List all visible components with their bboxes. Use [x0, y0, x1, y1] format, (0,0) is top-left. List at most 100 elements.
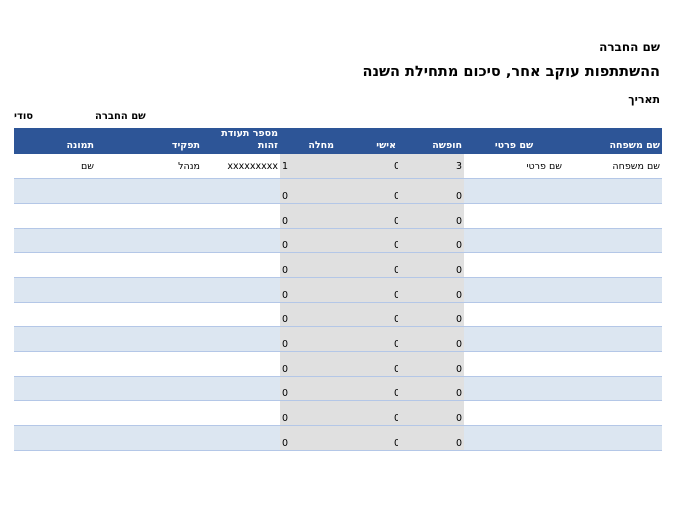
- cell-id-number[interactable]: [202, 178, 280, 204]
- cell-first-name[interactable]: [464, 203, 564, 229]
- cell-role[interactable]: [96, 302, 202, 328]
- cell-role[interactable]: [96, 203, 202, 229]
- cell-illness[interactable]: 0: [280, 203, 336, 229]
- cell-vacation[interactable]: 3: [398, 154, 464, 180]
- cell-personal[interactable]: 0: [336, 154, 398, 180]
- cell-last-name[interactable]: [564, 351, 662, 377]
- cell-illness[interactable]: 0: [280, 400, 336, 427]
- cell-id-number[interactable]: [202, 425, 280, 451]
- cell-first-name[interactable]: שם פרטי: [464, 154, 564, 180]
- cell-first-name[interactable]: [464, 302, 564, 328]
- column-header-vacation[interactable]: חופשה: [398, 128, 464, 154]
- cell-vacation[interactable]: 0: [398, 252, 464, 278]
- cell-illness[interactable]: 0: [280, 302, 336, 328]
- cell-illness[interactable]: 0: [280, 277, 336, 303]
- cell-vacation[interactable]: 0: [398, 178, 464, 204]
- cell-first-name[interactable]: [464, 178, 564, 204]
- cell-personal[interactable]: 0: [336, 425, 398, 451]
- cell-role[interactable]: [96, 400, 202, 427]
- cell-illness[interactable]: 0: [280, 252, 336, 278]
- cell-first-name[interactable]: [464, 351, 564, 377]
- cell-role[interactable]: מנהל: [96, 154, 202, 180]
- cell-last-name[interactable]: [564, 277, 662, 303]
- cell-photo[interactable]: [14, 228, 96, 254]
- cell-id-number[interactable]: xxxxxxxxx: [202, 154, 280, 180]
- cell-photo[interactable]: [14, 376, 96, 402]
- cell-personal[interactable]: 0: [336, 351, 398, 377]
- cell-photo[interactable]: [14, 351, 96, 377]
- cell-first-name[interactable]: [464, 277, 564, 303]
- cell-illness[interactable]: 0: [280, 178, 336, 204]
- cell-vacation[interactable]: 0: [398, 376, 464, 402]
- cell-id-number[interactable]: [202, 252, 280, 278]
- cell-illness[interactable]: 0: [280, 351, 336, 377]
- cell-vacation[interactable]: 0: [398, 203, 464, 229]
- cell-id-number[interactable]: [202, 326, 280, 352]
- cell-photo[interactable]: [14, 178, 96, 204]
- cell-id-number[interactable]: [202, 400, 280, 427]
- cell-photo[interactable]: [14, 425, 96, 451]
- column-header-personal[interactable]: אישי: [336, 128, 398, 154]
- cell-illness[interactable]: 0: [280, 228, 336, 254]
- cell-id-number[interactable]: [202, 302, 280, 328]
- cell-id-number[interactable]: [202, 203, 280, 229]
- cell-vacation[interactable]: 0: [398, 425, 464, 451]
- cell-personal[interactable]: 0: [336, 178, 398, 204]
- cell-last-name[interactable]: [564, 376, 662, 402]
- cell-id-number[interactable]: [202, 228, 280, 254]
- cell-last-name[interactable]: [564, 326, 662, 352]
- cell-personal[interactable]: 0: [336, 252, 398, 278]
- cell-photo[interactable]: [14, 302, 96, 328]
- cell-illness[interactable]: 1: [280, 154, 336, 180]
- cell-personal[interactable]: 0: [336, 326, 398, 352]
- cell-photo[interactable]: [14, 252, 96, 278]
- cell-vacation[interactable]: 0: [398, 228, 464, 254]
- column-header-last-name[interactable]: שם משפחה: [564, 128, 662, 154]
- cell-personal[interactable]: 0: [336, 228, 398, 254]
- cell-illness[interactable]: 0: [280, 425, 336, 451]
- cell-personal[interactable]: 0: [336, 277, 398, 303]
- cell-photo[interactable]: [14, 277, 96, 303]
- cell-role[interactable]: [96, 228, 202, 254]
- cell-illness[interactable]: 0: [280, 326, 336, 352]
- cell-first-name[interactable]: [464, 400, 564, 427]
- cell-role[interactable]: [96, 425, 202, 451]
- cell-last-name[interactable]: [564, 252, 662, 278]
- cell-first-name[interactable]: [464, 252, 564, 278]
- cell-last-name[interactable]: [564, 425, 662, 451]
- cell-last-name[interactable]: [564, 203, 662, 229]
- cell-id-number[interactable]: [202, 277, 280, 303]
- cell-personal[interactable]: 0: [336, 376, 398, 402]
- cell-last-name[interactable]: [564, 400, 662, 427]
- cell-vacation[interactable]: 0: [398, 302, 464, 328]
- cell-personal[interactable]: 0: [336, 400, 398, 427]
- cell-id-number[interactable]: [202, 376, 280, 402]
- column-header-first-name[interactable]: שם פרטי: [464, 128, 564, 154]
- cell-role[interactable]: [96, 178, 202, 204]
- cell-photo[interactable]: שם: [14, 154, 96, 180]
- cell-personal[interactable]: 0: [336, 203, 398, 229]
- cell-photo[interactable]: [14, 400, 96, 427]
- cell-id-number[interactable]: [202, 351, 280, 377]
- cell-last-name[interactable]: [564, 228, 662, 254]
- cell-photo[interactable]: [14, 203, 96, 229]
- cell-last-name[interactable]: שם משפחה: [564, 154, 662, 180]
- column-header-photo[interactable]: תמונה: [14, 128, 96, 154]
- cell-vacation[interactable]: 0: [398, 277, 464, 303]
- cell-first-name[interactable]: [464, 228, 564, 254]
- cell-role[interactable]: [96, 376, 202, 402]
- cell-vacation[interactable]: 0: [398, 351, 464, 377]
- cell-vacation[interactable]: 0: [398, 326, 464, 352]
- cell-vacation[interactable]: 0: [398, 400, 464, 427]
- cell-photo[interactable]: [14, 326, 96, 352]
- cell-role[interactable]: [96, 326, 202, 352]
- cell-first-name[interactable]: [464, 326, 564, 352]
- cell-last-name[interactable]: [564, 302, 662, 328]
- cell-first-name[interactable]: [464, 425, 564, 451]
- cell-role[interactable]: [96, 277, 202, 303]
- cell-last-name[interactable]: [564, 178, 662, 204]
- column-header-role[interactable]: תפקיד: [96, 128, 202, 154]
- cell-first-name[interactable]: [464, 376, 564, 402]
- cell-role[interactable]: [96, 252, 202, 278]
- cell-illness[interactable]: 0: [280, 376, 336, 402]
